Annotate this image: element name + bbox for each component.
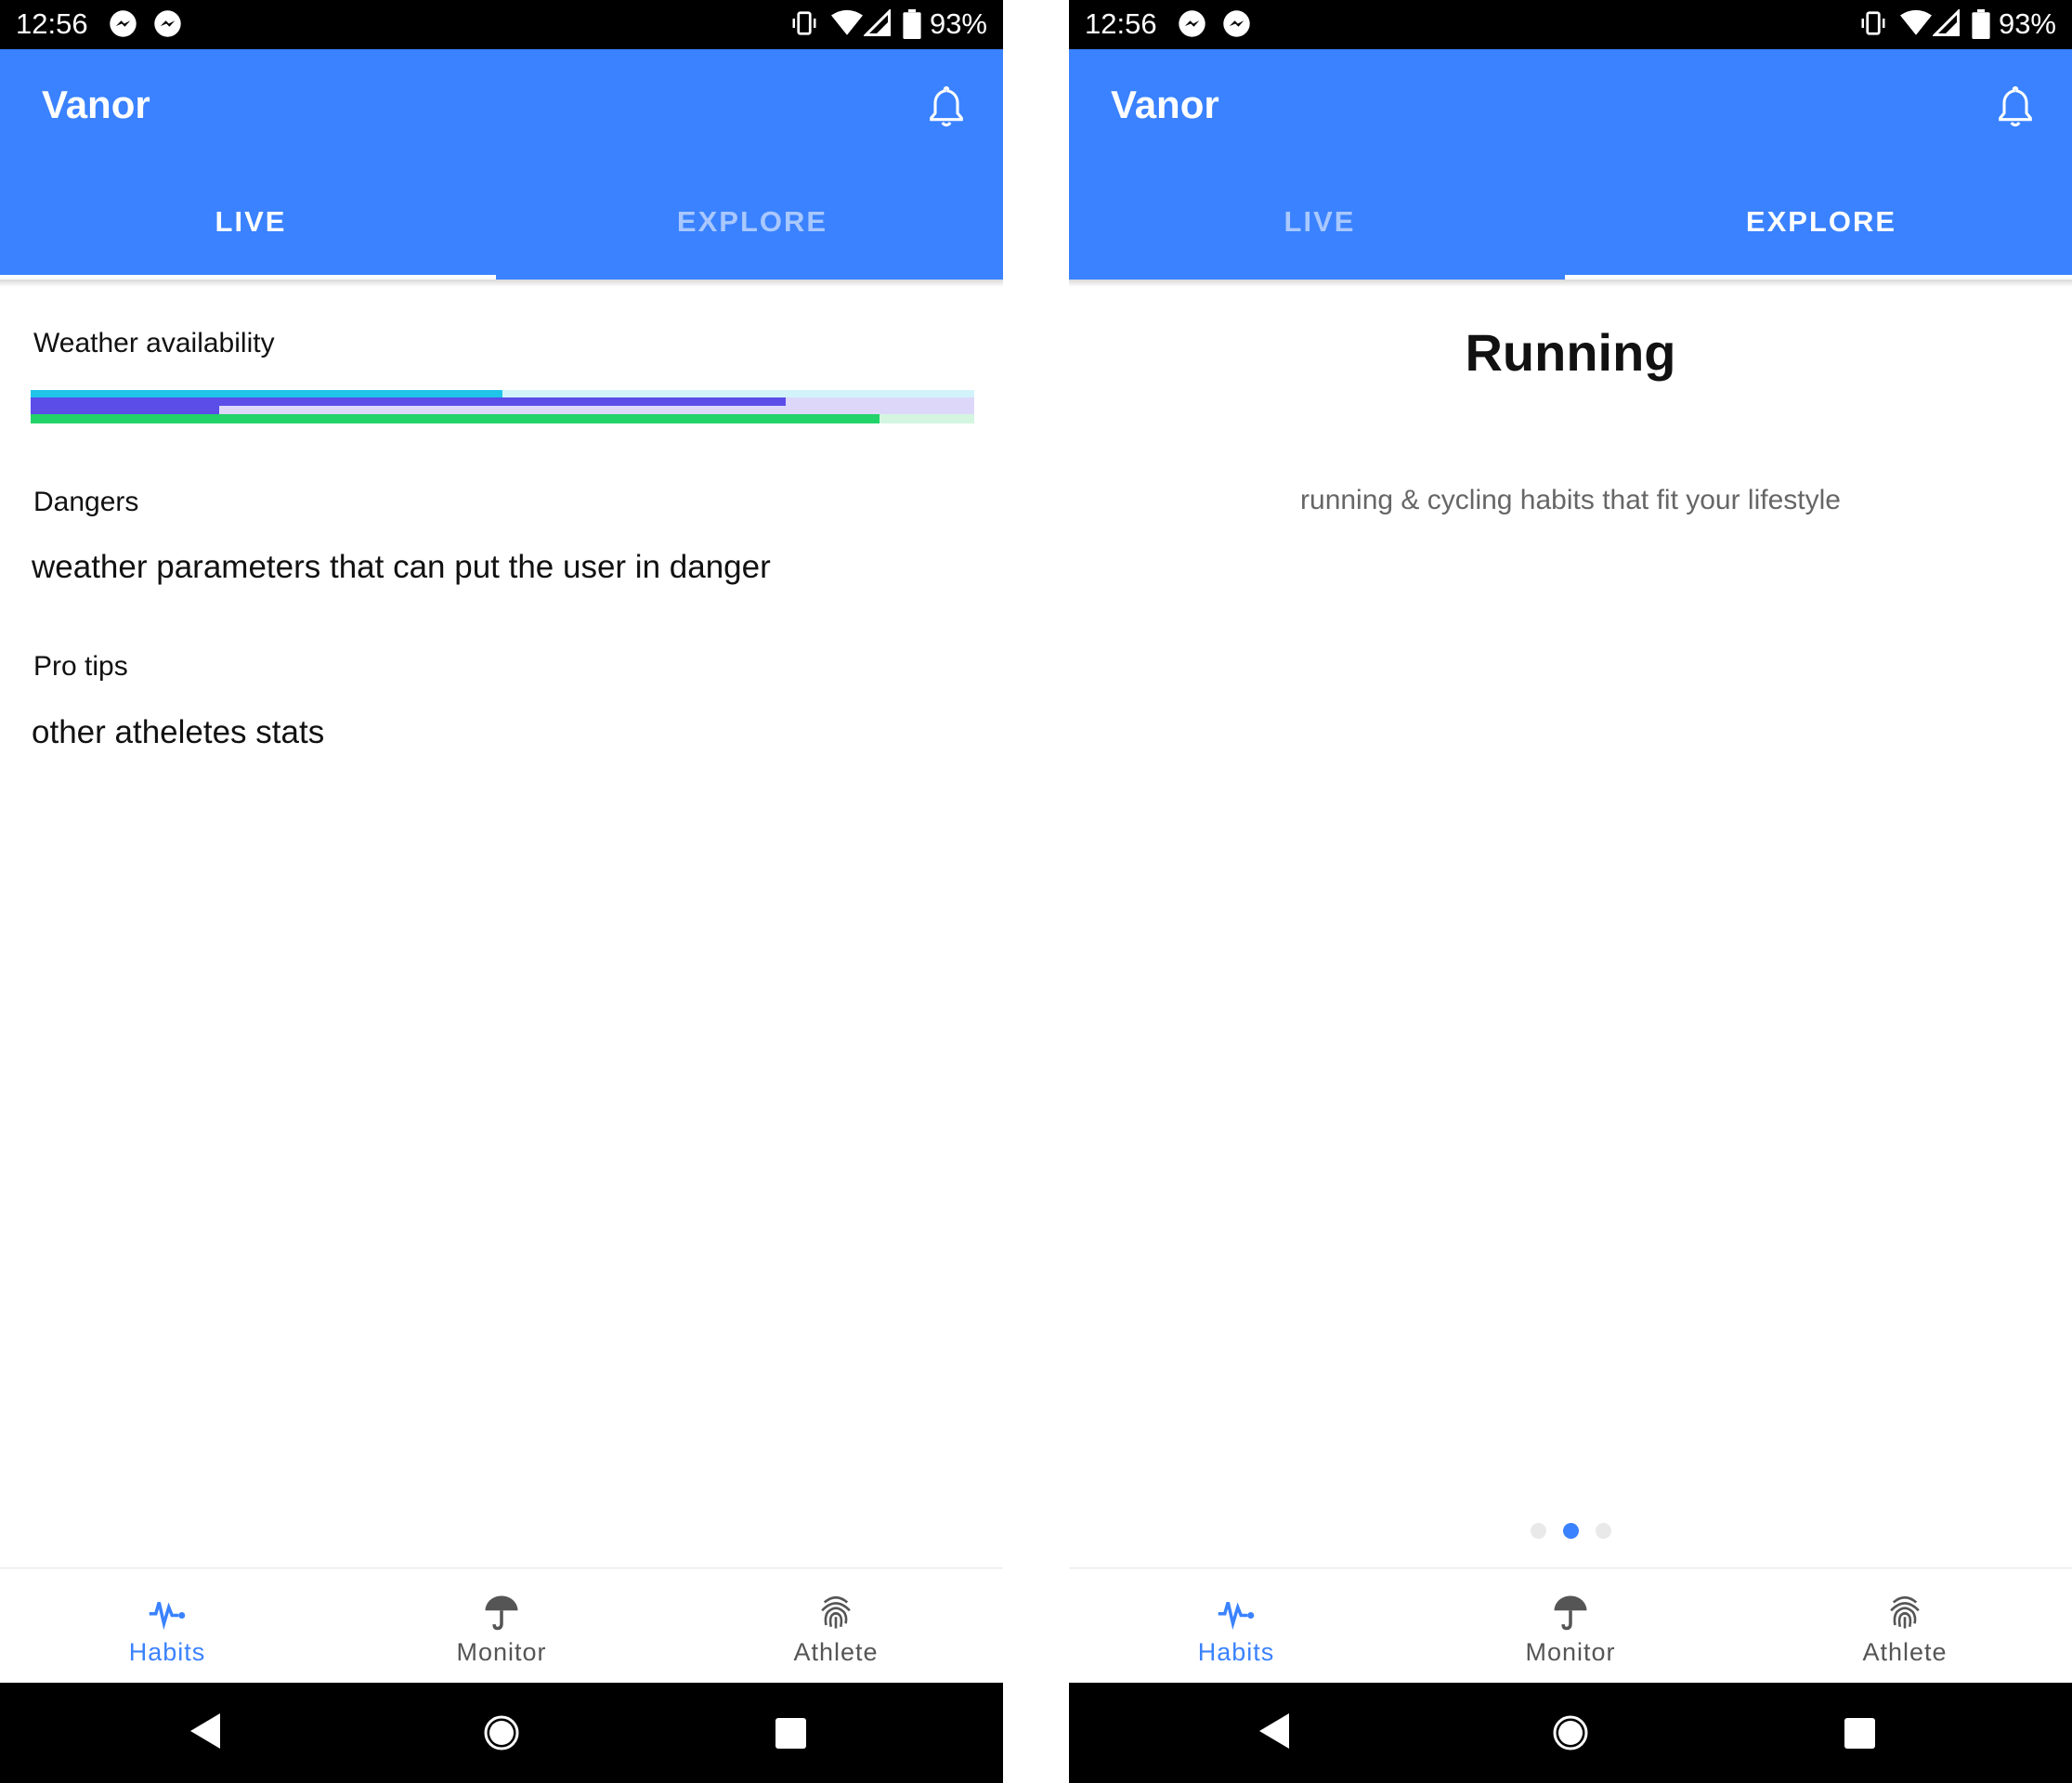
nav-item-habits[interactable]: Habits [1069, 1568, 1403, 1684]
battery-percent: 93% [929, 7, 987, 40]
pulse-icon [1218, 1602, 1255, 1631]
pro-tips-text: other atheletes stats [32, 714, 325, 750]
dangers-label: Dangers [33, 487, 139, 517]
tab-explore[interactable]: EXPLORE [502, 189, 1003, 255]
nav-label-athlete: Athlete [793, 1638, 879, 1666]
fingerprint-icon [1890, 1595, 1920, 1629]
app-bar: Vanor LIVE EXPLORE [1069, 49, 2072, 280]
tab-live[interactable]: LIVE [1069, 189, 1570, 255]
bottom-navigation: Habits Monitor Athlete [1069, 1568, 2072, 1684]
pro-tips-label: Pro tips [33, 651, 128, 682]
messenger-icon [110, 10, 137, 37]
explore-card-subtitle: running & cycling habits that fit your l… [1300, 485, 1841, 515]
app-title: Vanor [1111, 83, 1219, 126]
nav-label-habits: Habits [128, 1638, 206, 1666]
messenger-icon [1179, 10, 1205, 37]
umbrella-icon [1554, 1595, 1587, 1631]
system-navigation-bar [1069, 1683, 2072, 1783]
page-indicator [1069, 1523, 2072, 1543]
messenger-icon [1223, 10, 1250, 37]
wifi-icon [831, 9, 863, 35]
notifications-bell-icon[interactable] [1996, 85, 2035, 129]
nav-label-athlete: Athlete [1862, 1638, 1948, 1666]
tab-shadow [0, 280, 1003, 287]
recent-apps-icon[interactable] [1844, 1718, 1875, 1749]
fingerprint-icon [821, 1595, 851, 1629]
bottom-navigation: Habits Monitor Athlete [0, 1568, 1003, 1684]
home-icon[interactable] [483, 1714, 520, 1751]
system-navigation-bar [0, 1683, 1003, 1783]
app-bar: Vanor LIVE EXPLORE [0, 49, 1003, 280]
battery-icon [1972, 9, 1990, 39]
back-icon[interactable] [1259, 1713, 1289, 1749]
status-time: 12:56 [1085, 7, 1157, 40]
battery-percent: 93% [1998, 7, 2056, 40]
nav-item-athlete[interactable]: Athlete [1738, 1568, 2072, 1684]
nav-item-monitor[interactable]: Monitor [1403, 1568, 1738, 1684]
weather-availability-label: Weather availability [33, 328, 275, 358]
app-title: Vanor [42, 83, 150, 126]
page-dot[interactable] [1595, 1523, 1611, 1539]
battery-icon [903, 9, 921, 39]
signal-icon [1933, 9, 1960, 36]
explore-card-title: Running [1465, 323, 1676, 382]
signal-icon [864, 9, 891, 36]
messenger-icon [154, 10, 181, 37]
tab-shadow [1069, 280, 2072, 287]
nav-item-habits[interactable]: Habits [0, 1568, 334, 1684]
phone-screen-live: 12:56 93% Vanor LIVE EXPLORE Weather ava… [0, 0, 1003, 1783]
nav-label-monitor: Monitor [1525, 1638, 1616, 1666]
nav-item-athlete[interactable]: Athlete [669, 1568, 1003, 1684]
pulse-icon [149, 1602, 186, 1631]
home-icon[interactable] [1552, 1714, 1589, 1751]
back-icon[interactable] [190, 1713, 220, 1749]
tab-live[interactable]: LIVE [0, 189, 502, 255]
wifi-icon [1900, 9, 1932, 35]
page-dot[interactable] [1530, 1523, 1546, 1539]
status-bar: 12:56 93% [1069, 0, 2072, 49]
dangers-text: weather parameters that can put the user… [32, 549, 771, 585]
phone-screen-explore: 12:56 93% Vanor LIVE EXPLORE Running run… [1069, 0, 2072, 1783]
tab-explore[interactable]: EXPLORE [1570, 189, 2072, 255]
nav-item-monitor[interactable]: Monitor [334, 1568, 669, 1684]
status-time: 12:56 [16, 7, 88, 40]
vibrate-icon [1861, 11, 1885, 35]
notifications-bell-icon[interactable] [927, 85, 966, 129]
vibrate-icon [792, 11, 816, 35]
recent-apps-icon[interactable] [775, 1718, 806, 1749]
nav-label-habits: Habits [1197, 1638, 1275, 1666]
umbrella-icon [485, 1595, 518, 1631]
status-bar: 12:56 93% [0, 0, 1003, 49]
weather-bar-track [31, 414, 974, 423]
nav-label-monitor: Monitor [456, 1638, 547, 1666]
page-dot-active[interactable] [1562, 1523, 1579, 1539]
weather-bar-fill [31, 414, 880, 423]
